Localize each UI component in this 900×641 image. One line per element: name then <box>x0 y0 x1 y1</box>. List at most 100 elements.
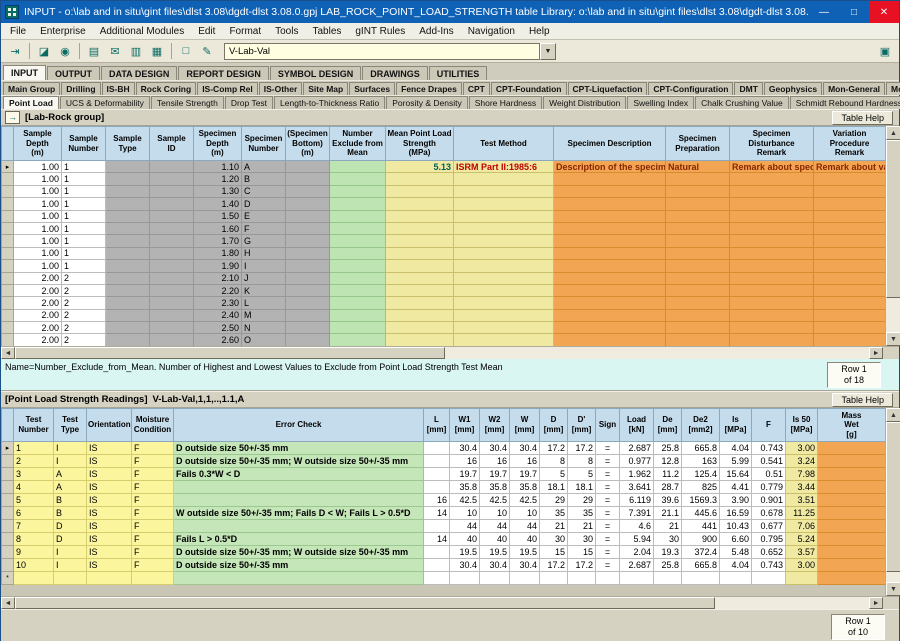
table-cell[interactable]: 825 <box>682 481 720 494</box>
table-cell[interactable] <box>454 284 554 296</box>
table-cell[interactable] <box>666 334 730 346</box>
table-cell[interactable]: 665.8 <box>682 442 720 455</box>
table-cell[interactable]: 7.391 <box>620 507 654 520</box>
table-cell[interactable] <box>150 235 194 247</box>
table-cell[interactable]: = <box>596 442 620 455</box>
table-cell[interactable]: 2.30 <box>194 297 242 309</box>
table-cell[interactable]: J <box>242 272 286 284</box>
table-cell[interactable]: 4.04 <box>720 442 752 455</box>
table-cell[interactable] <box>286 272 330 284</box>
table-cell[interactable]: 1.00 <box>14 210 62 222</box>
table-cell[interactable]: D outside size 50+/-35 mm; W outside siz… <box>174 546 424 559</box>
table-cell[interactable] <box>814 222 886 234</box>
table-cell[interactable] <box>814 322 886 334</box>
table-cell[interactable] <box>106 334 150 346</box>
table-cell[interactable] <box>818 494 886 507</box>
table-cell[interactable]: 1.00 <box>14 173 62 185</box>
table-cell[interactable] <box>106 322 150 334</box>
table-cell[interactable] <box>286 297 330 309</box>
table-cell[interactable]: 163 <box>682 455 720 468</box>
table-cell[interactable]: I <box>54 455 87 468</box>
table-cell[interactable] <box>330 173 386 185</box>
table-cell[interactable] <box>814 185 886 197</box>
table-cell[interactable]: 7.06 <box>786 520 818 533</box>
table-cell[interactable]: 2 <box>62 272 106 284</box>
table-cell[interactable] <box>424 442 450 455</box>
table-cell[interactable]: F <box>132 468 174 481</box>
table-cell[interactable]: 445.6 <box>682 507 720 520</box>
row-indicator[interactable] <box>2 235 14 247</box>
table-cell[interactable]: 8 <box>568 455 596 468</box>
table-cell[interactable]: 44 <box>480 520 510 533</box>
table-cell[interactable]: 40 <box>480 533 510 546</box>
table-cell[interactable]: = <box>596 481 620 494</box>
menu-gint-rules[interactable]: gINT Rules <box>348 25 412 38</box>
table-cell[interactable]: 4.04 <box>720 559 752 572</box>
table-cell[interactable] <box>150 185 194 197</box>
table-cell[interactable]: 30.4 <box>510 442 540 455</box>
scroll-left-icon[interactable]: ◄ <box>1 597 15 609</box>
table-cell[interactable] <box>814 260 886 272</box>
table-cell[interactable]: 1569.3 <box>682 494 720 507</box>
table-cell[interactable] <box>87 572 132 585</box>
table-cell[interactable] <box>554 309 666 321</box>
edit-doc-icon[interactable]: ✎ <box>197 42 217 60</box>
table-cell[interactable]: IS <box>87 507 132 520</box>
goto-table-icon[interactable]: ◪ <box>34 42 54 60</box>
table-cell[interactable]: 15 <box>568 546 596 559</box>
table-cell[interactable] <box>424 455 450 468</box>
table-cell[interactable]: IS <box>87 520 132 533</box>
table-cell[interactable]: 44 <box>510 520 540 533</box>
table-cell[interactable] <box>386 222 454 234</box>
tab-report-design[interactable]: REPORT DESIGN <box>178 66 269 80</box>
scroll-right-icon[interactable]: ► <box>869 347 883 359</box>
table-tab-swelling-index[interactable]: Swelling Index <box>627 96 694 109</box>
table-cell[interactable]: 2.00 <box>14 334 62 346</box>
row-indicator[interactable] <box>2 468 14 481</box>
table-cell[interactable]: A <box>54 481 87 494</box>
table-cell[interactable]: 2 <box>62 334 106 346</box>
table-cell[interactable] <box>424 520 450 533</box>
scroll-down-icon[interactable]: ▼ <box>886 332 900 346</box>
table-cell[interactable] <box>150 161 194 173</box>
table-cell[interactable]: 0.977 <box>620 455 654 468</box>
table-cell[interactable] <box>730 297 814 309</box>
table-cell[interactable] <box>286 284 330 296</box>
table-cell[interactable]: 35.8 <box>480 481 510 494</box>
table-cell[interactable]: 2.00 <box>14 284 62 296</box>
table-cell[interactable] <box>814 309 886 321</box>
menu-add-ins[interactable]: Add-Ins <box>412 25 460 38</box>
table-cell[interactable] <box>666 173 730 185</box>
table-cell[interactable]: 1.00 <box>14 247 62 259</box>
table-cell[interactable]: 0.652 <box>752 546 786 559</box>
table-cell[interactable]: 1.80 <box>194 247 242 259</box>
table-cell[interactable] <box>174 572 424 585</box>
scroll-left-icon[interactable]: ◄ <box>1 347 15 359</box>
table-cell[interactable] <box>818 559 886 572</box>
table-cell[interactable]: D outside size 50+/-35 mm; W outside siz… <box>174 455 424 468</box>
group-tab-cpt-foundation[interactable]: CPT-Foundation <box>491 82 567 95</box>
row-indicator[interactable]: * <box>2 572 14 585</box>
table-cell[interactable] <box>424 572 450 585</box>
table-cell[interactable]: B <box>54 494 87 507</box>
table-cell[interactable] <box>286 222 330 234</box>
table-cell[interactable] <box>480 572 510 585</box>
table-cell[interactable] <box>330 297 386 309</box>
table-cell[interactable]: F <box>242 222 286 234</box>
table-cell[interactable]: 18.1 <box>568 481 596 494</box>
table-cell[interactable]: H <box>242 247 286 259</box>
value-combo-field[interactable]: V-Lab-Val <box>224 43 540 60</box>
table-cell[interactable] <box>454 185 554 197</box>
exit-table-icon[interactable]: → <box>5 111 20 124</box>
table-cell[interactable]: 2.10 <box>194 272 242 284</box>
table-cell[interactable]: 3.641 <box>620 481 654 494</box>
row-indicator[interactable] <box>2 222 14 234</box>
table-cell[interactable] <box>424 559 450 572</box>
table-cell[interactable] <box>554 198 666 210</box>
table-cell[interactable] <box>554 222 666 234</box>
table-cell[interactable] <box>730 210 814 222</box>
table-cell[interactable] <box>174 520 424 533</box>
table-cell[interactable] <box>510 572 540 585</box>
table-cell[interactable] <box>330 272 386 284</box>
clipboard-icon[interactable]: ▣ <box>875 42 895 60</box>
